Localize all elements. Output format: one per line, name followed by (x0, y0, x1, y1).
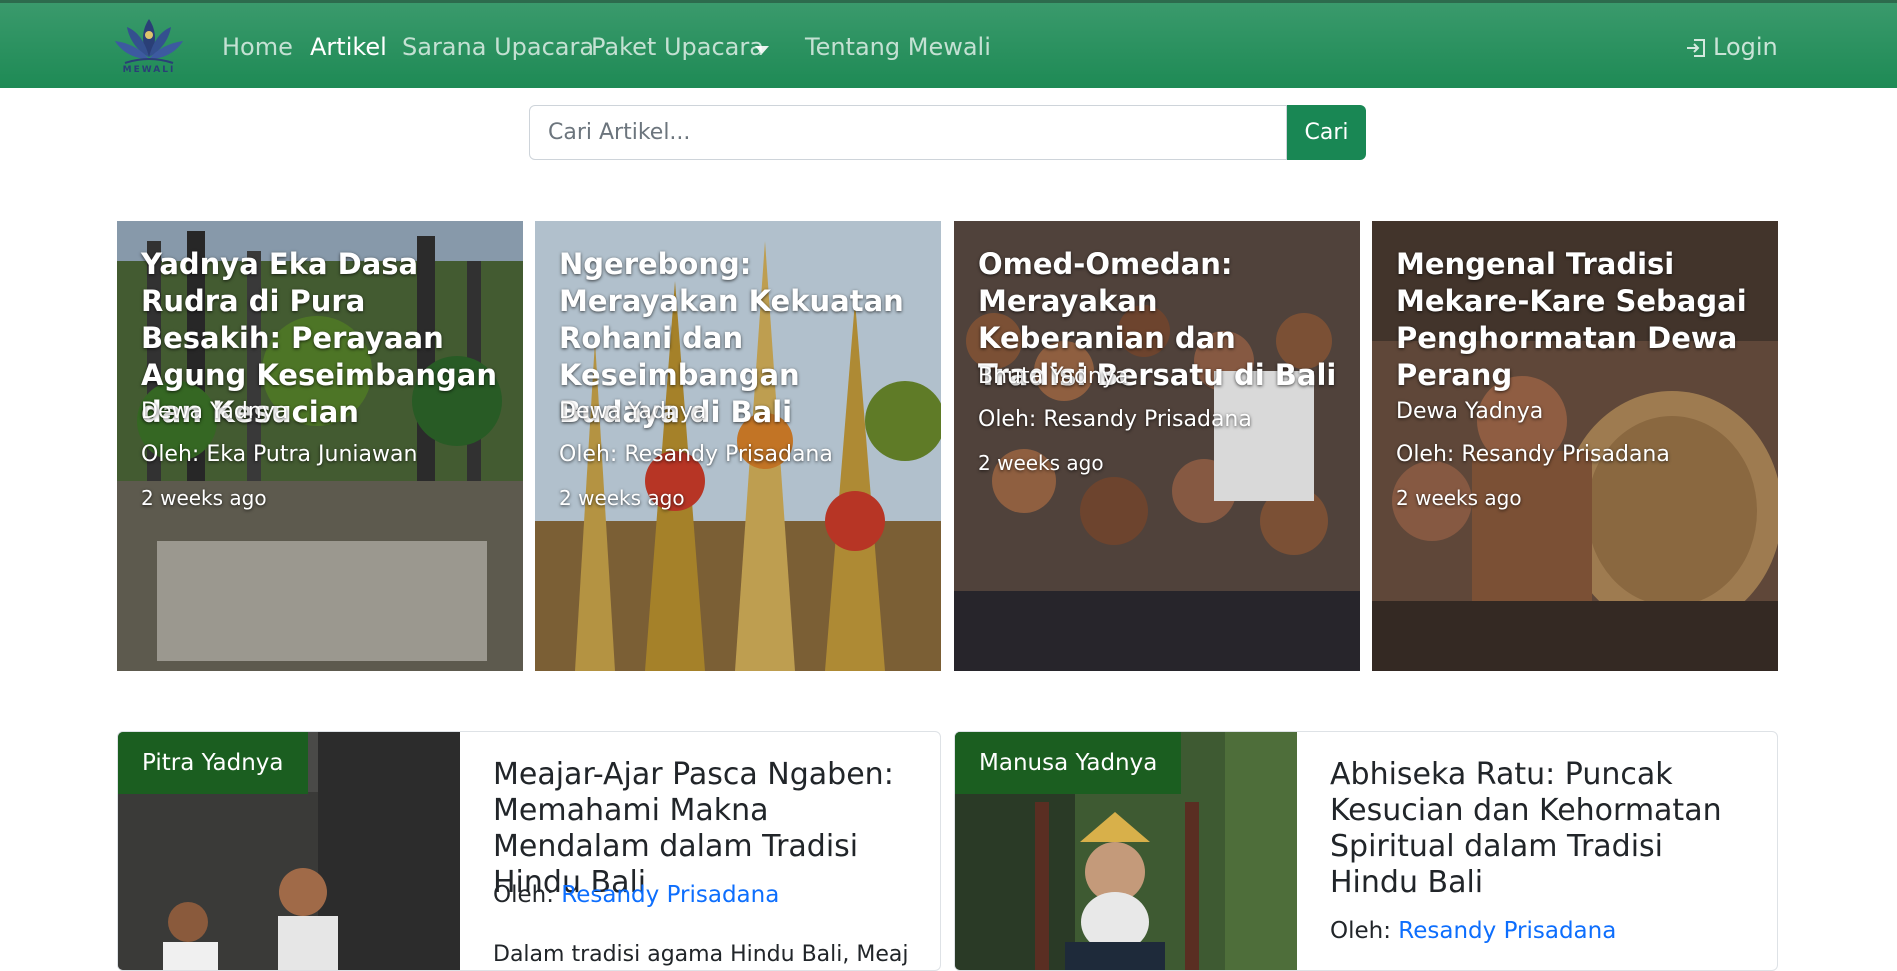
nav-tentang-mewali[interactable]: Tentang Mewali (805, 33, 991, 61)
featured-category: Dewa Yadnya (141, 399, 289, 424)
search-input[interactable] (529, 105, 1287, 160)
nav-paket-upacara[interactable]: Paket Upacara (591, 33, 764, 61)
article-title[interactable]: Abhiseka Ratu: Puncak Kesucian dan Kehor… (1330, 757, 1750, 901)
featured-time: 2 weeks ago (1396, 486, 1522, 510)
category-badge[interactable]: Manusa Yadnya (955, 732, 1182, 794)
article-excerpt: Dalam tradisi agama Hindu Bali, Meaj (493, 942, 909, 967)
author-link[interactable]: Resandy Prisadana (1398, 918, 1616, 944)
nav-artikel[interactable]: Artikel (310, 33, 387, 61)
featured-time: 2 weeks ago (978, 451, 1104, 475)
featured-category: Dewa Yadnya (1396, 399, 1544, 424)
author-link[interactable]: Resandy Prisadana (561, 882, 779, 908)
category-badge[interactable]: Pitra Yadnya (118, 732, 308, 794)
featured-author: Oleh: Resandy Prisadana (1396, 442, 1670, 467)
article-author: Oleh: Resandy Prisadana (493, 882, 779, 908)
navbar: MEWALI Home Artikel Sarana Upacara Paket… (0, 0, 1897, 88)
article-card: Manusa Yadnya Abhiseka Ratu: Puncak Kesu… (954, 731, 1778, 971)
author-prefix: Oleh: (493, 882, 554, 908)
login-icon (1687, 39, 1705, 57)
login-link[interactable]: Login (1685, 33, 1778, 61)
author-prefix: Oleh: (1330, 918, 1391, 944)
nav-sarana-upacara[interactable]: Sarana Upacara (402, 33, 594, 61)
featured-title: Mengenal Tradisi Mekare-Kare Sebagai Pen… (1396, 247, 1747, 392)
featured-author: Oleh: Eka Putra Juniawan (141, 442, 418, 467)
featured-time: 2 weeks ago (141, 486, 267, 510)
featured-category: Bhuta Yadnya (978, 364, 1129, 389)
nav-home[interactable]: Home (222, 33, 293, 61)
article-author: Oleh: Resandy Prisadana (1330, 918, 1616, 944)
article-title[interactable]: Meajar-Ajar Pasca Ngaben: Memahami Makna… (493, 757, 913, 901)
article-card: Pitra Yadnya Meajar-Ajar Pasca Ngaben: M… (117, 731, 941, 971)
logo-text: MEWALI (122, 65, 176, 75)
lotus-icon (115, 19, 183, 64)
mewali-logo[interactable]: MEWALI (111, 15, 187, 79)
featured-card[interactable]: Ngerebong: Merayakan Kekuatan Rohani dan… (535, 221, 941, 671)
featured-category: Dewa Yadnya (559, 399, 707, 424)
featured-card[interactable]: Mengenal Tradisi Mekare-Kare Sebagai Pen… (1372, 221, 1778, 671)
featured-time: 2 weeks ago (559, 486, 685, 510)
featured-author: Oleh: Resandy Prisadana (559, 442, 833, 467)
search-button[interactable]: Cari (1287, 105, 1366, 160)
featured-card[interactable]: Omed-Omedan: Merayakan Keberanian dan Tr… (954, 221, 1360, 671)
chevron-down-icon[interactable] (755, 46, 769, 54)
featured-author: Oleh: Resandy Prisadana (978, 407, 1252, 432)
featured-card[interactable]: Yadnya Eka Dasa Rudra di Pura Besakih: P… (117, 221, 523, 671)
login-label: Login (1713, 33, 1778, 61)
